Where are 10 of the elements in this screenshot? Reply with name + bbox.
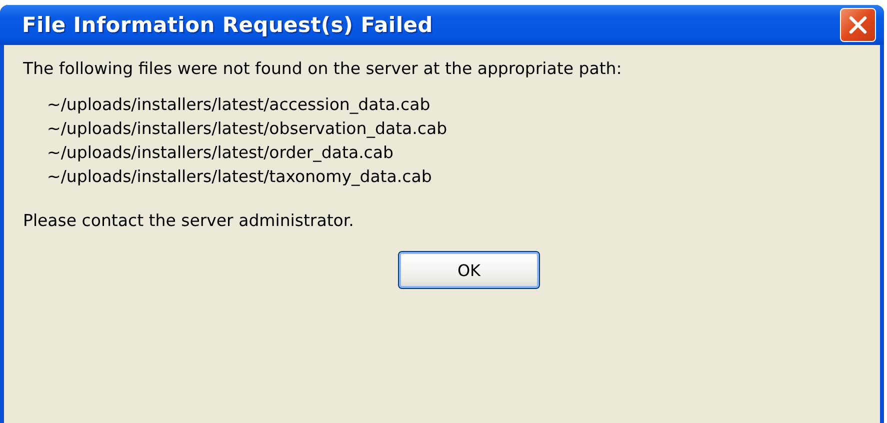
window-title: File Information Request(s) Failed: [22, 13, 433, 37]
close-icon: [848, 15, 868, 35]
footer-text: Please contact the server administrator.: [23, 211, 355, 230]
ok-button[interactable]: OK: [398, 251, 540, 289]
close-button[interactable]: [840, 8, 876, 42]
message-text: The following files were not found on the server at the appropriate path:: [23, 59, 623, 78]
file-path: ~/uploads/installers/latest/accession_data.cab: [47, 94, 432, 116]
file-path: ~/uploads/installers/latest/order_data.cab: [47, 142, 394, 164]
file-path: ~/uploads/installers/latest/taxonomy_data.cab: [47, 166, 433, 188]
file-path: ~/uploads/installers/latest/observation_data.cab: [47, 118, 448, 140]
